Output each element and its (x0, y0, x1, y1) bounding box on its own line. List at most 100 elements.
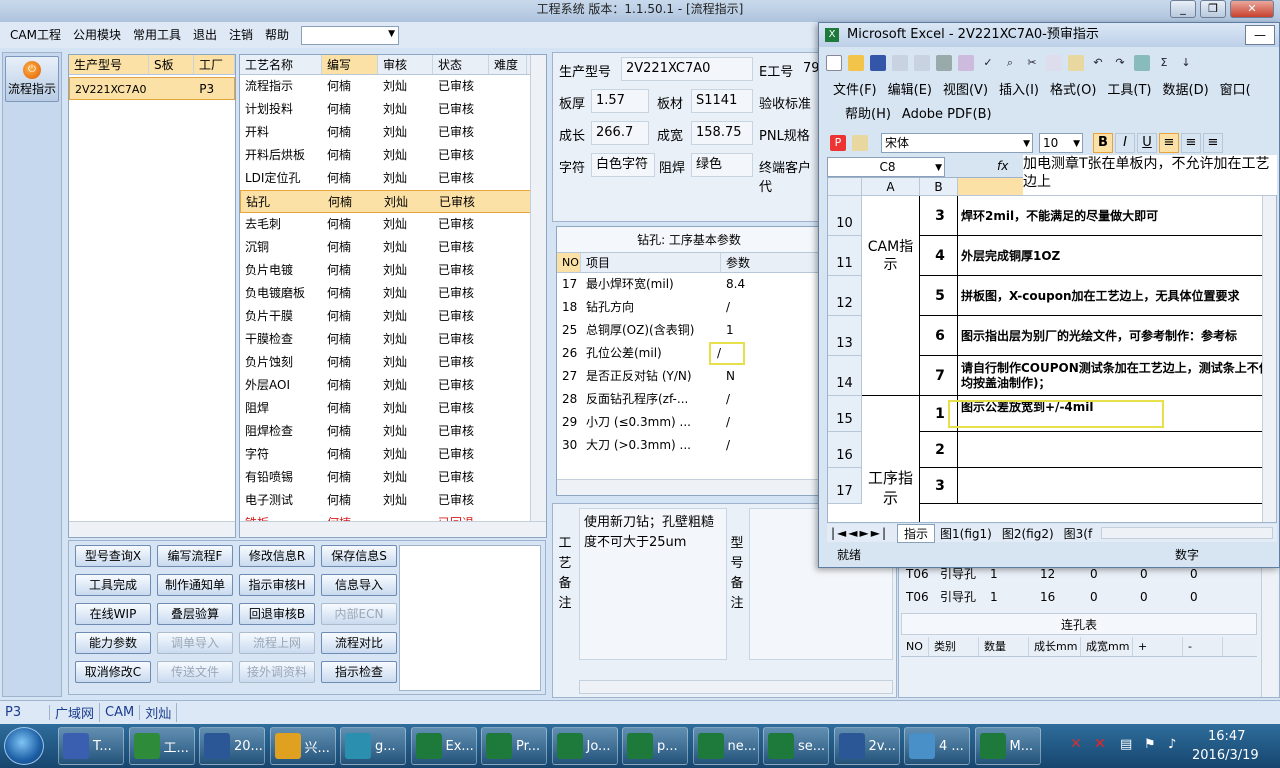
clock-date[interactable]: 2016/3/19 (1192, 748, 1259, 763)
table-row[interactable]: 外层AOI 何楠 刘灿 已审核 (240, 374, 546, 397)
italic-button[interactable]: I (1115, 133, 1135, 153)
taskbar-item[interactable]: T... (58, 727, 124, 765)
row-header[interactable]: 15 (828, 396, 862, 432)
tab-fig2[interactable]: 图2(fig2) (997, 525, 1059, 542)
font-size-combo[interactable]: 10 ▼ (1039, 133, 1083, 153)
hyperlink-icon[interactable] (1134, 55, 1150, 71)
vertical-scrollbar[interactable] (1261, 563, 1277, 697)
open-icon[interactable] (848, 55, 864, 71)
action-button[interactable]: 在线WIP (75, 603, 151, 625)
tab-instruction[interactable]: 指示 (897, 523, 936, 543)
redo-icon[interactable]: ↷ (1112, 55, 1128, 71)
restore-button[interactable]: ❐ (1200, 0, 1226, 18)
taskbar-item[interactable]: ne... (692, 727, 759, 765)
taskbar-item[interactable]: M... (974, 727, 1041, 765)
cut-icon[interactable]: ✂ (1024, 55, 1040, 71)
excel-menu-data[interactable]: 数据(D) (1163, 83, 1209, 98)
table-row[interactable]: 30 大刀 (>0.3mm) ... / (557, 434, 821, 457)
row-header[interactable]: 10 (828, 196, 862, 236)
action-button[interactable]: 指示检查 (321, 661, 397, 683)
bold-button[interactable]: B (1093, 133, 1113, 153)
width-field[interactable]: 158.75 (691, 121, 753, 145)
tab-fig3[interactable]: 图3(f (1059, 525, 1098, 542)
table-row[interactable]: 负片电镀 何楠 刘灿 已审核 (240, 259, 546, 282)
action-button[interactable]: 流程对比 (321, 632, 397, 654)
table-row[interactable]: 开料后烘板 何楠 刘灿 已审核 (240, 144, 546, 167)
taskbar-item[interactable]: p... (622, 727, 688, 765)
solder-field[interactable]: 绿色 (691, 153, 753, 177)
menu-tools[interactable]: 常用工具 (127, 22, 187, 48)
column-header[interactable]: - (1183, 637, 1223, 656)
copy-icon[interactable] (1046, 55, 1062, 71)
horizontal-scrollbar[interactable] (69, 521, 235, 537)
taskbar-item[interactable]: 4 ... (904, 727, 970, 765)
menu-combo[interactable]: ▼ (301, 25, 400, 45)
action-button[interactable]: 制作通知单 (157, 574, 233, 596)
tab-nav-arrows[interactable]: |◄◄►►| (827, 526, 897, 540)
col-item[interactable]: 项目 (581, 253, 721, 272)
step-number-cell[interactable]: 3 (920, 468, 958, 504)
step-number-cell[interactable]: 3 (920, 196, 958, 236)
instruction-cell[interactable]: 焊环2mil，不能满足的尽量做大即可 (958, 196, 1276, 236)
vertical-scrollbar[interactable] (1262, 196, 1276, 522)
align-left-button[interactable]: ≡ (1159, 133, 1179, 153)
taskbar-item[interactable]: 20... (199, 727, 265, 765)
table-cell[interactable]: / (721, 388, 821, 411)
table-row[interactable]: 27 是否正反对钻 (Y/N) N (557, 365, 821, 388)
table-row[interactable]: 干膜检查 何楠 刘灿 已审核 (240, 328, 546, 351)
align-center-button[interactable]: ≡ (1181, 133, 1201, 153)
print-icon[interactable] (936, 55, 952, 71)
mail-icon[interactable] (914, 55, 930, 71)
row-header[interactable]: 12 (828, 276, 862, 316)
save-icon[interactable] (870, 55, 886, 71)
pdf-settings-icon[interactable] (852, 135, 868, 151)
status-factory[interactable]: P3 (0, 705, 50, 720)
thickness-field[interactable]: 1.57 (591, 89, 649, 113)
autosum-icon[interactable]: Σ (1156, 55, 1172, 71)
vertical-scrollbar[interactable] (530, 55, 546, 537)
length-field[interactable]: 266.7 (591, 121, 649, 145)
step-number-cell[interactable]: 4 (920, 236, 958, 276)
table-cell[interactable]: N (721, 365, 821, 388)
table-row[interactable]: 阻焊 何楠 刘灿 已审核 (240, 397, 546, 420)
action-button[interactable]: 流程上网 (239, 632, 315, 654)
step-number-cell[interactable]: 2 (920, 432, 958, 468)
excel-window[interactable]: Microsoft Excel - 2V221XC7A0-预审指示 X — ✓ … (818, 22, 1280, 568)
clock-time[interactable]: 16:47 (1208, 729, 1245, 744)
column-header[interactable]: + (1133, 637, 1183, 656)
table-row[interactable]: 26 孔位公差(mil) / (557, 342, 821, 365)
table-row[interactable]: 流程指示 何楠 刘灿 已审核 (240, 75, 546, 98)
taskbar-item[interactable]: Ex... (410, 727, 477, 765)
col-difficulty[interactable]: 难度 (489, 55, 527, 74)
action-button[interactable]: 内部ECN (321, 603, 397, 625)
undo-icon[interactable]: ↶ (1090, 55, 1106, 71)
taskbar-item[interactable]: se... (763, 727, 829, 765)
col-param[interactable]: 参数 (721, 253, 821, 272)
col-status[interactable]: 状态 (433, 55, 489, 74)
table-row[interactable]: 负电镀磨板 何楠 刘灿 已审核 (240, 282, 546, 305)
taskbar-item[interactable]: Pr... (481, 727, 547, 765)
material-field[interactable]: S1141 (691, 89, 753, 113)
sort-icon[interactable]: ↓ (1178, 55, 1194, 71)
table-row[interactable]: 28 反面钻孔程序(zf-... / (557, 388, 821, 411)
font-name-combo[interactable]: 宋体 ▼ (881, 133, 1033, 153)
tab-fig1[interactable]: 图1(fig1) (935, 525, 997, 542)
taskbar-item[interactable]: 兴... (269, 727, 336, 765)
taskbar-item[interactable]: 工... (128, 727, 195, 765)
horizontal-scrollbar[interactable] (240, 521, 546, 537)
action-button[interactable]: 修改信息R (239, 545, 315, 567)
network-icon[interactable]: ▤ (1120, 737, 1132, 752)
flow-instruction-button[interactable]: ⏻ 流程指示 (5, 56, 59, 102)
instruction-cell[interactable]: 外层完成铜厚1OZ (958, 236, 1276, 276)
action-button[interactable]: 接外调资料 (239, 661, 315, 683)
horizontal-scrollbar[interactable] (579, 680, 893, 694)
table-cell[interactable]: / (709, 342, 745, 365)
table-cell[interactable]: / (721, 434, 821, 457)
flag-icon[interactable]: ⚑ (1144, 737, 1156, 752)
column-header[interactable]: 成宽mm (1081, 637, 1133, 656)
table-row[interactable]: 25 总铜厚(OZ)(含表铜) 1 (557, 319, 821, 342)
excel-menu-file[interactable]: 文件(F) (833, 83, 877, 98)
formula-input[interactable]: 加电测章T张在单板内，不允许加在工艺边上 (1023, 155, 1277, 195)
table-cell[interactable]: / (721, 296, 821, 319)
select-all[interactable] (828, 178, 862, 196)
